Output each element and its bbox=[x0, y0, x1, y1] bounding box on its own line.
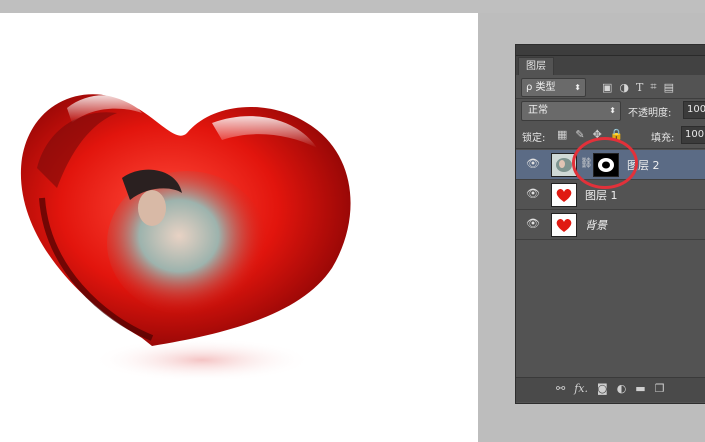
adjustment-layer-icon[interactable]: ◐ bbox=[617, 382, 627, 395]
tab-layers[interactable]: 图层 bbox=[518, 57, 554, 75]
link-layers-icon[interactable]: ⚯ bbox=[556, 382, 565, 395]
select-arrows-icon: ⬍ bbox=[609, 106, 616, 115]
add-mask-icon[interactable]: ◙ bbox=[597, 382, 608, 395]
annotation-circle bbox=[572, 137, 638, 189]
lock-transparent-pixels-icon[interactable]: ▦ bbox=[557, 128, 567, 141]
filter-select-label: ρ 类型 bbox=[526, 82, 556, 93]
layers-panel: 图层 ρ 类型 ⬍ ▣ ◑ T ⌗ ▤ 正常 ⬍ 不透明度: 100 锁定: ▦… bbox=[515, 44, 705, 404]
visibility-eye-icon[interactable]: 👁 bbox=[526, 218, 540, 230]
filter-icons: ▣ ◑ T ⌗ ▤ bbox=[602, 78, 674, 96]
blend-mode-select[interactable]: 正常 ⬍ bbox=[521, 101, 621, 121]
opacity-input[interactable]: 100 bbox=[683, 101, 705, 119]
document-top-strip bbox=[0, 0, 705, 13]
fill-input[interactable]: 100 bbox=[681, 126, 705, 144]
type-filter-icon[interactable]: T bbox=[636, 81, 643, 94]
layer-thumbnail[interactable] bbox=[551, 213, 577, 237]
smart-object-filter-icon[interactable]: ▤ bbox=[664, 81, 674, 94]
layer-thumbnail[interactable] bbox=[551, 183, 577, 207]
blend-mode-label: 正常 bbox=[528, 105, 548, 116]
visibility-eye-icon[interactable]: 👁 bbox=[526, 158, 540, 170]
panel-title-bar[interactable] bbox=[516, 45, 705, 56]
heart-portrait-image bbox=[20, 94, 351, 382]
lock-image-pixels-icon[interactable]: ✎ bbox=[575, 128, 584, 141]
shape-filter-icon[interactable]: ⌗ bbox=[650, 80, 656, 94]
document-canvas[interactable] bbox=[0, 13, 478, 442]
layer-row-background[interactable]: 👁 背景 bbox=[516, 210, 705, 240]
layer-name[interactable]: 背景 bbox=[585, 217, 607, 233]
fx-icon[interactable]: fx. bbox=[574, 382, 588, 395]
opacity-label: 不透明度: bbox=[628, 108, 672, 119]
bottom-icons: ⚯ fx. ◙ ◐ ▬ ❐ bbox=[556, 382, 665, 395]
adjustment-filter-icon[interactable]: ◑ bbox=[619, 81, 629, 94]
panel-divider bbox=[516, 98, 705, 99]
new-group-icon[interactable]: ▬ bbox=[635, 382, 645, 395]
fill-label: 填充: bbox=[651, 133, 675, 144]
layer-filter-select[interactable]: ρ 类型 ⬍ bbox=[521, 78, 586, 97]
select-arrows-icon: ⬍ bbox=[574, 83, 581, 92]
panel-bottom-bar: ⚯ fx. ◙ ◐ ▬ ❐ bbox=[516, 377, 705, 402]
new-layer-icon[interactable]: ❐ bbox=[655, 382, 665, 395]
image-filter-icon[interactable]: ▣ bbox=[602, 81, 612, 94]
layer-name[interactable]: 图层 1 bbox=[585, 187, 618, 203]
visibility-eye-icon[interactable]: 👁 bbox=[526, 188, 540, 200]
lock-label: 锁定: bbox=[522, 133, 546, 144]
